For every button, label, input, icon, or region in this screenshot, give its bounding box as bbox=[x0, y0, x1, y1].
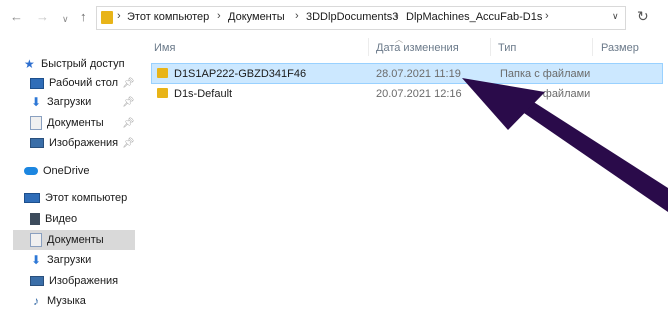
sidebar-item-pc-pictures[interactable]: Изображения bbox=[30, 271, 152, 291]
music-icon: ♪ bbox=[33, 294, 39, 308]
recent-locations-button[interactable]: ∨ bbox=[62, 11, 69, 27]
arrow-shaft bbox=[508, 92, 668, 212]
breadcrumb-separator[interactable]: › bbox=[117, 10, 121, 22]
table-row[interactable]: D1s-Default 20.07.2021 12:16 Папка с фай… bbox=[152, 84, 662, 103]
sidebar-item-label: Изображения bbox=[49, 275, 119, 287]
folder-icon bbox=[157, 68, 168, 78]
breadcrumb-separator[interactable]: › bbox=[217, 10, 221, 22]
column-divider[interactable] bbox=[592, 38, 593, 56]
sidebar-item-onedrive[interactable]: OneDrive bbox=[24, 161, 146, 181]
column-header-date[interactable]: Дата изменения bbox=[376, 42, 459, 54]
sidebar-item-pictures[interactable]: Изображения 📌︎ bbox=[30, 133, 152, 153]
column-header-type[interactable]: Тип bbox=[498, 42, 516, 54]
cloud-icon bbox=[24, 167, 38, 175]
refresh-icon: ↻ bbox=[637, 8, 649, 24]
sidebar-item-label: Музыка bbox=[47, 295, 86, 307]
breadcrumb-separator[interactable]: › bbox=[295, 10, 299, 22]
address-bar: ← → ∨ ↑ › Этот компьютер › Документы › 3… bbox=[0, 0, 668, 36]
column-divider[interactable] bbox=[368, 38, 369, 56]
sidebar-item-label: Загрузки bbox=[47, 96, 92, 108]
computer-icon bbox=[24, 193, 40, 203]
sidebar-item-this-pc[interactable]: Этот компьютер bbox=[24, 188, 146, 208]
download-icon: ⬇ bbox=[30, 95, 42, 109]
pin-icon: 📌︎ bbox=[122, 137, 135, 149]
breadcrumb-item-documents[interactable]: Документы bbox=[228, 11, 285, 23]
pin-icon: 📌︎ bbox=[122, 96, 135, 108]
sidebar-item-videos[interactable]: Видео bbox=[30, 209, 152, 229]
up-button[interactable]: ↑ bbox=[80, 9, 87, 25]
sidebar-item-label: Документы bbox=[47, 234, 104, 246]
table-row[interactable]: D1S1AP222-GBZD341F46 28.07.2021 11:19 Па… bbox=[151, 63, 663, 84]
chevron-down-icon: ∨ bbox=[62, 14, 69, 24]
navigation-pane: ★ Быстрый доступ Рабочий стол 📌︎ ⬇ Загру… bbox=[0, 36, 140, 311]
pictures-icon bbox=[30, 276, 44, 286]
sidebar-item-label: Видео bbox=[45, 213, 78, 225]
sidebar-item-desktop[interactable]: Рабочий стол 📌︎ bbox=[30, 73, 152, 93]
star-icon: ★ bbox=[24, 57, 35, 71]
sidebar-item-label: Этот компьютер bbox=[45, 192, 128, 204]
column-header-row: Имя ︿ Дата изменения Тип Размер bbox=[140, 35, 668, 60]
download-icon: ⬇ bbox=[30, 253, 42, 267]
sidebar-item-label: OneDrive bbox=[43, 165, 90, 177]
breadcrumb-separator[interactable]: › bbox=[545, 10, 549, 22]
sidebar-item-label: Рабочий стол bbox=[49, 77, 119, 89]
breadcrumb[interactable]: › Этот компьютер › Документы › 3DDlpDocu… bbox=[96, 6, 626, 30]
arrow-up-icon: ↑ bbox=[80, 9, 87, 24]
chevron-down-icon: ∨ bbox=[612, 11, 619, 21]
breadcrumb-item-this-pc[interactable]: Этот компьютер bbox=[127, 11, 209, 23]
column-divider[interactable] bbox=[490, 38, 491, 56]
folder-icon bbox=[101, 11, 113, 24]
breadcrumb-separator[interactable]: › bbox=[395, 10, 399, 22]
breadcrumb-item-dlpmachines[interactable]: DlpMachines_AccuFab-D1s bbox=[406, 11, 542, 23]
pin-icon: 📌︎ bbox=[122, 77, 135, 89]
document-icon bbox=[30, 233, 42, 247]
folder-icon bbox=[157, 88, 168, 98]
back-button[interactable]: ← bbox=[10, 9, 23, 25]
sidebar-item-label: Загрузки bbox=[47, 254, 92, 266]
sidebar-item-music[interactable]: ♪ Музыка bbox=[30, 291, 152, 311]
file-type: Папка с файлами bbox=[500, 67, 591, 80]
video-icon bbox=[30, 213, 40, 225]
sidebar-item-pc-documents[interactable]: Документы bbox=[13, 230, 135, 250]
file-date: 28.07.2021 11:19 bbox=[376, 67, 461, 80]
forward-button[interactable]: → bbox=[36, 9, 49, 25]
document-icon bbox=[30, 116, 42, 130]
sidebar-item-label: Документы bbox=[47, 117, 104, 129]
sidebar-item-label: Изображения bbox=[49, 137, 119, 149]
arrow-left-icon: ← bbox=[10, 9, 23, 24]
file-date: 20.07.2021 12:16 bbox=[376, 87, 462, 100]
column-header-size[interactable]: Размер bbox=[601, 42, 639, 54]
desktop-icon bbox=[30, 77, 44, 89]
sidebar-item-pc-downloads[interactable]: ⬇ Загрузки bbox=[30, 250, 152, 270]
sidebar-item-downloads[interactable]: ⬇ Загрузки 📌︎ bbox=[30, 92, 152, 112]
sidebar-item-documents[interactable]: Документы 📌︎ bbox=[30, 113, 152, 133]
breadcrumb-item-3ddlpdocuments3[interactable]: 3DDlpDocuments3 bbox=[306, 11, 398, 23]
file-name: D1S1AP222-GBZD341F46 bbox=[174, 67, 307, 80]
pin-icon: 📌︎ bbox=[122, 117, 135, 129]
file-type: Папка с файлами bbox=[500, 87, 591, 100]
refresh-button[interactable]: ↻ bbox=[637, 8, 649, 25]
address-dropdown-button[interactable]: ∨ bbox=[612, 11, 619, 22]
sidebar-item-label: Быстрый доступ bbox=[41, 58, 125, 70]
file-name: D1s-Default bbox=[174, 87, 233, 100]
sidebar-item-quick-access[interactable]: ★ Быстрый доступ bbox=[24, 54, 146, 74]
column-header-name[interactable]: Имя bbox=[154, 42, 175, 54]
pictures-icon bbox=[30, 138, 44, 148]
arrow-right-icon: → bbox=[36, 9, 49, 24]
